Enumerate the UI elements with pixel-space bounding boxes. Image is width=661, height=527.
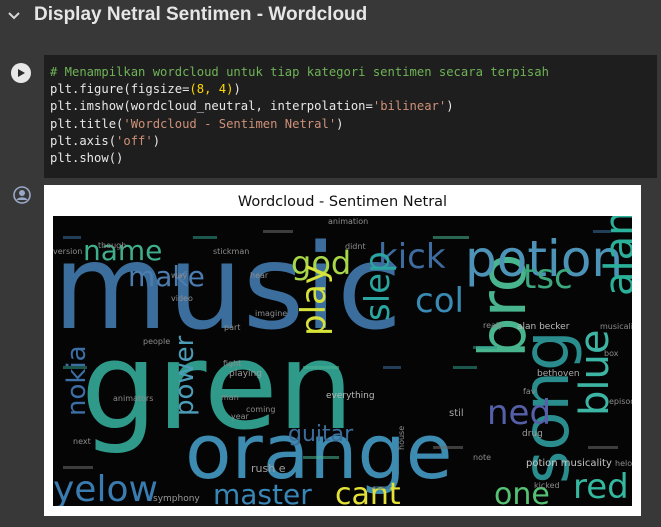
wordcloud-word: nokia bbox=[62, 345, 92, 416]
wordcloud-word: box bbox=[604, 349, 619, 358]
wordcloud-word: drug bbox=[522, 429, 543, 439]
wordcloud-word: tsc bbox=[523, 257, 573, 297]
code-editor[interactable]: # Menampilkan wordcloud untuk tiap kateg… bbox=[44, 55, 657, 178]
wordcloud-word: musicality bbox=[600, 322, 632, 331]
wordcloud-filler-mark bbox=[473, 346, 497, 349]
wordcloud-word: potion musicality bbox=[526, 458, 612, 469]
wordcloud-word: imagine bbox=[255, 309, 287, 318]
wordcloud-word: bethoven bbox=[537, 369, 580, 379]
chevron-down-icon[interactable] bbox=[6, 7, 22, 23]
wordcloud-word: alan becker bbox=[517, 322, 570, 332]
code-line-figure: plt.figure(figsize=(8, 4)) bbox=[50, 82, 241, 97]
wordcloud-filler-mark bbox=[63, 236, 81, 239]
wordcloud-word: man bbox=[221, 393, 239, 402]
wordcloud-filler-mark bbox=[433, 446, 463, 449]
wordcloud-word: animation bbox=[328, 217, 368, 226]
wordcloud-word: col bbox=[415, 281, 464, 321]
user-avatar-icon bbox=[13, 186, 31, 204]
wordcloud-filler-mark bbox=[453, 366, 477, 369]
wordcloud-word: way bbox=[171, 271, 187, 280]
wordcloud-word: ned bbox=[487, 393, 551, 433]
wordcloud-word: symphony bbox=[153, 494, 200, 504]
wordcloud-word: didnt bbox=[345, 242, 366, 251]
wordcloud-word: hear bbox=[250, 271, 269, 280]
wordcloud-word: slep bbox=[358, 251, 398, 321]
wordcloud-word: house bbox=[397, 426, 406, 450]
wordcloud-word: play bbox=[294, 264, 334, 336]
wordcloud-word: fight bbox=[223, 359, 241, 368]
wordcloud-word: video bbox=[171, 294, 193, 303]
wordcloud-word: master bbox=[213, 478, 312, 506]
wordcloud-word: year bbox=[231, 412, 250, 421]
wordcloud-word: people bbox=[143, 337, 170, 346]
wordcloud-word: animators bbox=[113, 394, 153, 403]
wordcloud-word: stil bbox=[449, 408, 464, 419]
wordcloud-word: fav bbox=[523, 387, 536, 396]
wordcloud-word: next bbox=[73, 437, 91, 446]
wordcloud-filler-mark bbox=[383, 366, 401, 369]
wordcloud-filler-mark bbox=[193, 236, 217, 239]
code-line-title: plt.title('Wordcloud - Sentimen Netral') bbox=[50, 116, 344, 131]
wordcloud-filler-mark bbox=[263, 230, 293, 233]
wordcloud-word: power bbox=[170, 335, 200, 416]
section-title: Display Netral Sentimen - Wordcloud bbox=[34, 4, 368, 25]
wordcloud-word: coming bbox=[246, 405, 275, 414]
wordcloud-word: yelow bbox=[53, 469, 158, 506]
wordcloud-word: cant bbox=[335, 477, 401, 506]
section-header[interactable]: Display Netral Sentimen - Wordcloud bbox=[0, 0, 661, 34]
wordcloud-word: alan bbox=[597, 216, 632, 296]
wordcloud-word: kicked bbox=[534, 481, 560, 490]
wordcloud-word: helo bbox=[615, 459, 632, 468]
wordcloud-word: rush e bbox=[251, 462, 286, 475]
wordcloud-word: note bbox=[473, 453, 491, 462]
wordcloud-filler-mark bbox=[593, 230, 611, 233]
wordcloud-word: everything bbox=[326, 391, 375, 401]
wordcloud-word: version bbox=[53, 247, 82, 256]
code-line-imshow: plt.imshow(wordcloud_neutral, interpolat… bbox=[50, 99, 454, 114]
wordcloud-word: playing bbox=[229, 369, 262, 379]
wordcloud-word: make bbox=[128, 260, 205, 293]
wordcloud-filler-mark bbox=[303, 366, 339, 369]
code-comment: # Menampilkan wordcloud untuk tiap kateg… bbox=[50, 65, 549, 79]
figure-title: Wordcloud - Sentimen Netral bbox=[237, 194, 448, 210]
wordcloud-word: red bbox=[573, 467, 629, 506]
wordcloud-word: guitar bbox=[288, 422, 354, 447]
play-icon bbox=[18, 69, 25, 77]
wordcloud-image: music gren orange song bro potion kick god name m… bbox=[53, 216, 632, 506]
output-figure: Wordcloud - Sentimen Netral music gren ora… bbox=[44, 185, 641, 516]
wordcloud-word: stickman bbox=[213, 247, 249, 256]
wordcloud-filler-mark bbox=[63, 366, 87, 369]
run-cell-button[interactable] bbox=[11, 63, 31, 83]
code-line-show: plt.show() bbox=[50, 151, 124, 166]
wordcloud-filler-mark bbox=[373, 486, 391, 489]
wordcloud-filler-mark bbox=[433, 236, 469, 239]
wordcloud-canvas: musicgrenorange songbropotionkickgodnamem… bbox=[53, 216, 632, 506]
wordcloud-filler-mark bbox=[588, 446, 618, 449]
wordcloud-filler-mark bbox=[303, 456, 339, 459]
code-line-axis: plt.axis('off') bbox=[50, 133, 161, 148]
wordcloud-word: though bbox=[98, 241, 126, 250]
wordcloud-word: episode bbox=[609, 397, 632, 406]
wordcloud-filler-mark bbox=[63, 466, 93, 469]
wordcloud-word: part bbox=[224, 323, 240, 332]
wordcloud-word: realy bbox=[483, 321, 503, 330]
